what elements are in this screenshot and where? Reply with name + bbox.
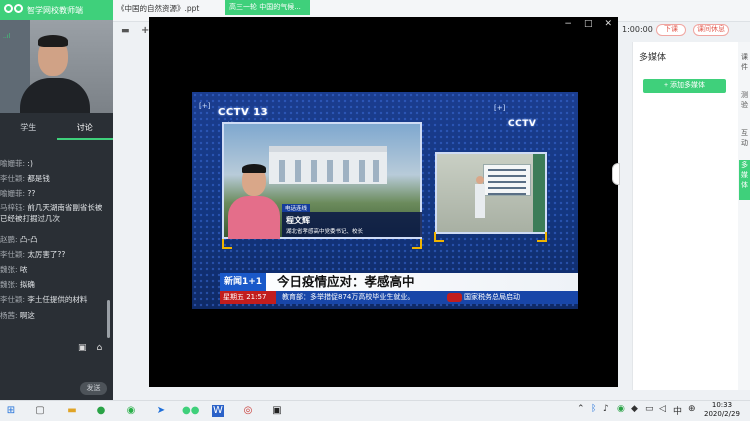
send-button[interactable]: 发送 [80, 382, 107, 395]
multimedia-panel: 多媒体 + 添加多媒体 [632, 42, 738, 390]
maximize-icon[interactable]: □ [584, 19, 593, 29]
school-building [269, 146, 387, 184]
video-app-icon[interactable]: ▣ [270, 405, 284, 417]
security-icon[interactable]: ◆ [631, 404, 638, 414]
end-class-button[interactable]: 下课 [656, 24, 686, 36]
ticker-logo-icon [447, 293, 462, 302]
interviewee-portrait [228, 164, 280, 239]
wechat-icon[interactable]: ◉ [125, 405, 137, 417]
plus-tag-right: [+] [494, 104, 506, 112]
tab-file-ppt[interactable]: 《中国的自然资源》.ppt [117, 3, 199, 14]
chat-message: 魏张: 哝 [0, 264, 28, 274]
chat-tools: ▣ ⌂ [78, 343, 102, 353]
task-view-icon[interactable]: ▢ [34, 405, 46, 417]
nav-multimedia[interactable]: 多媒体 [739, 160, 750, 200]
add-multimedia-button[interactable]: + 添加多媒体 [643, 79, 726, 93]
system-clock[interactable]: 10:33 2020/2/29 [704, 401, 740, 419]
chat-message: 李仕颖: 都是钱 [0, 174, 50, 184]
app-logo-icon [4, 4, 24, 16]
windows-start-icon[interactable]: ⊞ [5, 405, 17, 417]
cctv-logo: CCTV 13 [218, 107, 269, 118]
class-break-button[interactable]: 课间休息 [693, 24, 729, 36]
left-tabs: 学生 讨论 [0, 120, 113, 140]
webcam-feed: ..ıl [0, 20, 113, 113]
volume-icon[interactable]: ◁ [659, 404, 666, 414]
tray-app-icon[interactable]: ◉ [617, 404, 625, 414]
left-panel: 智学网校教师端 ..ıl 学生 讨论 喻姗菲: :) 李仕颖: 都是钱 喻姗菲:… [0, 0, 113, 400]
tab-discussion[interactable]: 讨论 [56, 120, 113, 140]
ticker-text-2: 国家税务总局启动 [464, 293, 520, 301]
nav-quiz[interactable]: 测验 [739, 90, 750, 114]
chat-message: 魏张: 拟确 [0, 280, 35, 290]
window-controls: − □ ✕ [564, 19, 612, 29]
video-frame: CCTV 13 新闻 [+] [+] CCTV 电话连线 程文辉 湖北省孝感高中… [192, 92, 578, 309]
interviewee-title: 湖北省孝感高中党委书记、校长 [286, 229, 364, 235]
collapse-handle[interactable] [612, 163, 620, 185]
classroom-inset [435, 152, 547, 234]
signal-icon: ..ıl [3, 33, 11, 40]
chat-message: 赵鹏: 凸-凸 [0, 234, 38, 244]
browser-icon[interactable]: ● [95, 405, 107, 417]
chat-message: 李仕颖: 李土任提供的材料 [0, 295, 88, 305]
whiteboard [483, 164, 531, 196]
app-name: 智学网校教师端 [27, 5, 83, 15]
close-icon[interactable]: ✕ [604, 19, 612, 29]
ime-indicator[interactable]: 中 [673, 404, 682, 417]
zhixue-app-icon[interactable]: ●● [182, 405, 199, 417]
plus-tag-left: [+] [199, 102, 211, 110]
ime-mode-icon[interactable]: ⊕ [688, 404, 696, 414]
brand-bar: 智学网校教师端 [0, 0, 113, 20]
tab-students[interactable]: 学生 [0, 120, 57, 140]
pointer-app-icon[interactable]: ➤ [155, 405, 167, 417]
minimize-icon[interactable]: − [564, 19, 572, 29]
microphone-icon[interactable]: ♪ [603, 404, 609, 414]
news-headline: 今日疫情应对：孝感高中 [277, 274, 415, 289]
cctv-logo-right: CCTV [508, 119, 537, 129]
call-badge: 电话连线 [282, 204, 311, 212]
right-nav: 课件 测验 互动 多媒体 [738, 42, 750, 390]
bluetooth-icon[interactable]: ᛒ [591, 404, 596, 414]
ticker-text: 教育部：多举措促874万高校毕业生就业。 [282, 293, 415, 301]
network-icon[interactable]: ▭ [645, 404, 654, 414]
clock-date: 2020/2/29 [704, 410, 740, 418]
folder-icon[interactable]: ▬ [121, 26, 130, 36]
gift-icon[interactable]: ⌂ [97, 343, 103, 353]
chat-message: 李仕颖: 太厉害了?? [0, 249, 66, 259]
day-time-label: 星期五 21:57 [220, 291, 276, 304]
chat-scrollbar[interactable] [107, 300, 110, 338]
teacher-figure [475, 176, 485, 218]
nav-interaction[interactable]: 互动 [739, 128, 750, 152]
tab-active-lesson[interactable]: 高三一轮 中国的气候... [225, 0, 310, 15]
chat-message: 喻姗菲: ?? [0, 189, 36, 199]
interviewee-name: 程文辉 [286, 216, 310, 225]
panel-title: 多媒体 [639, 53, 667, 63]
chat-message: 马梓钰: 前几天湖南省副省长被已经被打掘过几次 [0, 202, 103, 223]
recorder-icon[interactable]: ◎ [242, 405, 254, 417]
tray-up-icon[interactable]: ⌃ [577, 404, 585, 414]
interview-inset: 电话连线 程文辉 湖北省孝感高中党委书记、校长 [222, 122, 422, 239]
file-explorer-icon[interactable]: ▬ [66, 405, 78, 417]
clock-time: 10:33 [711, 401, 733, 409]
chat-message: 喻姗菲: :) [0, 159, 33, 168]
chat-list: 喻姗菲: :) 李仕颖: 都是钱 喻姗菲: ?? 马梓钰: 前几天湖南省副省长被… [0, 156, 108, 323]
class-timer: 1:00:00 [622, 25, 653, 34]
wps-icon[interactable]: W [212, 405, 224, 417]
program-tag: 新闻1+1 [220, 273, 266, 291]
chat-message: 杨茜: 啊这 [0, 310, 35, 320]
nav-courseware[interactable]: 课件 [739, 52, 750, 76]
image-upload-icon[interactable]: ▣ [78, 343, 87, 353]
